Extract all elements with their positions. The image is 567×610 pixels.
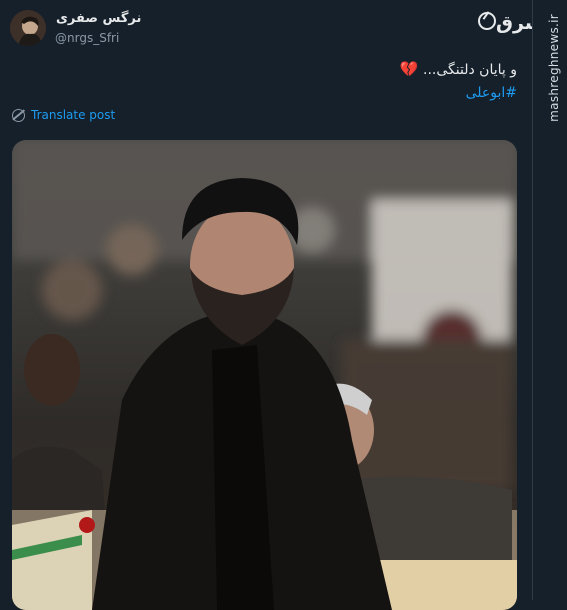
tweet-card: نرگس صفری @nrgs_Sfri مشرق و پایان دلتنگی… [0, 0, 556, 610]
translate-post-link[interactable]: Translate post [12, 108, 115, 122]
photo-image [12, 140, 517, 610]
display-name[interactable]: نرگس صفری [56, 11, 141, 26]
tweet-text: و پایان دلتنگی... 💔 #ابوعلی [400, 58, 517, 105]
translate-icon [12, 108, 25, 122]
side-watermark: mashreghnews.ir [547, 14, 561, 122]
translate-label: Translate post [31, 108, 116, 122]
logo-circle-icon [478, 12, 496, 30]
side-watermark-strip: mashreghnews.ir [532, 0, 567, 600]
tweet-body: و پایان دلتنگی... [423, 62, 517, 78]
hashtag-link[interactable]: #ابوعلی [400, 82, 517, 105]
broken-heart-icon: 💔 [399, 60, 419, 78]
user-handle[interactable]: @nrgs_Sfri [55, 31, 119, 45]
avatar[interactable] [10, 10, 46, 46]
tweet-photo[interactable] [12, 140, 517, 610]
brand-logo: مشرق [478, 10, 556, 40]
